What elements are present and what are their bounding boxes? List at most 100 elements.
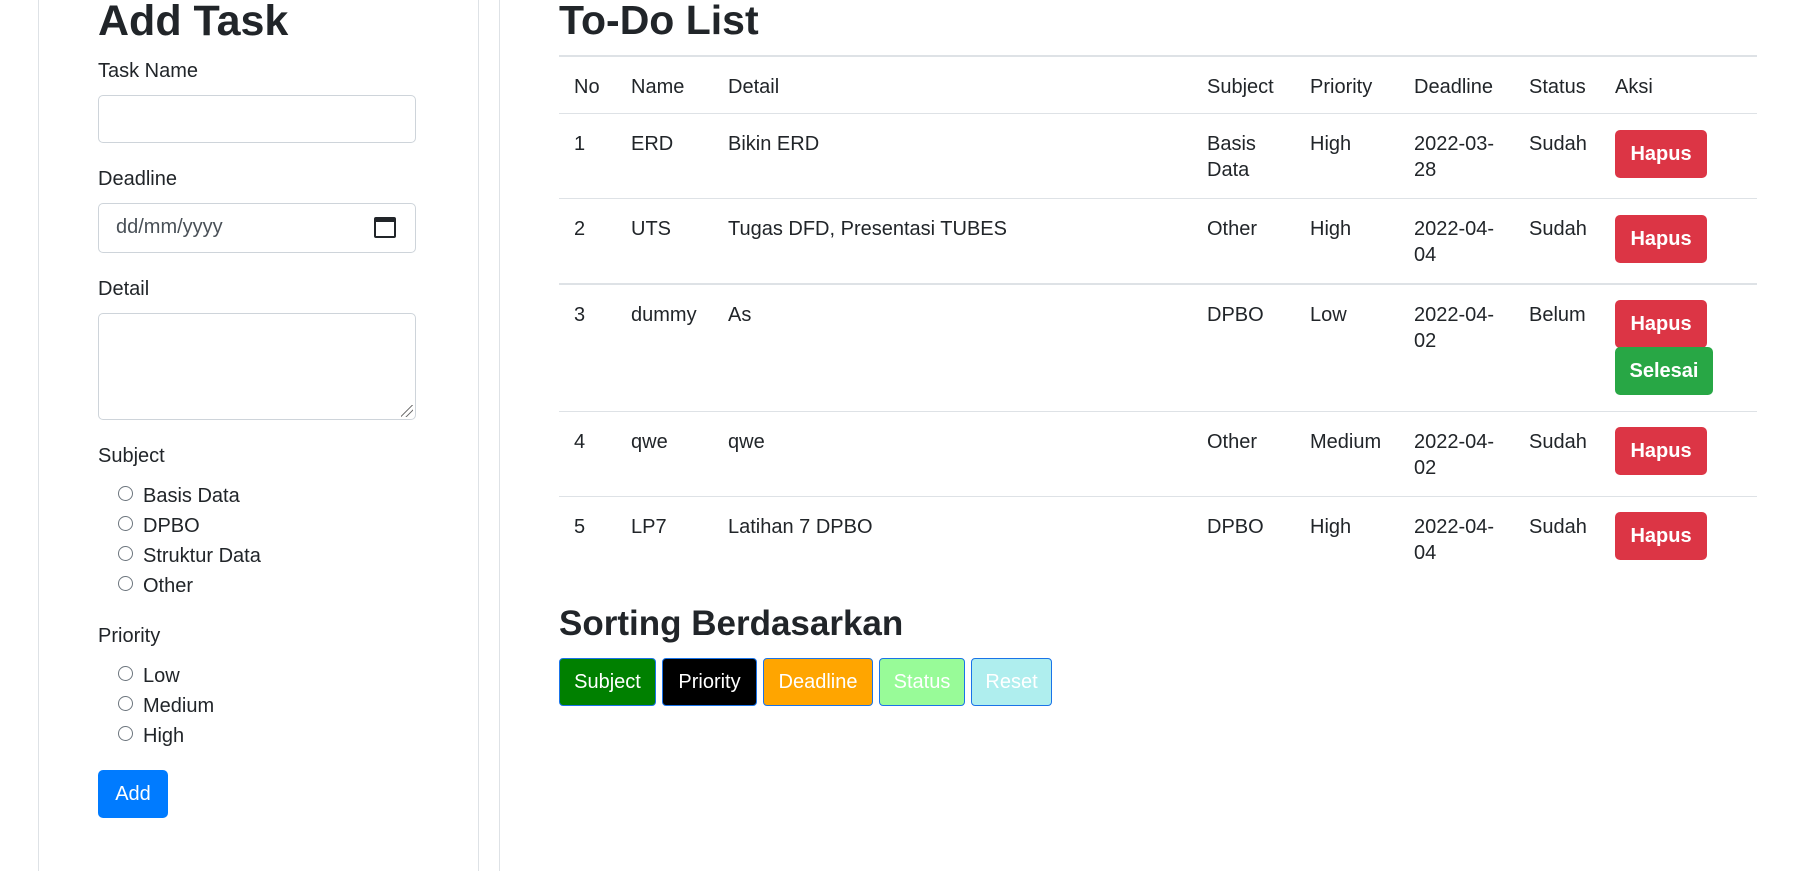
column-header-name: Name — [631, 76, 685, 98]
subject-option-label: DPBO — [143, 514, 200, 537]
subject-option-struktur-data[interactable]: Struktur Data — [118, 543, 261, 569]
cell-deadline: 2022-04- — [1414, 218, 1495, 240]
cell-detail: As — [728, 304, 752, 326]
priority-option-high[interactable]: High — [118, 723, 184, 749]
cell-no: 3 — [574, 304, 586, 326]
cell-deadline: 2022-03- — [1414, 133, 1495, 155]
subject-label: Subject — [98, 445, 165, 467]
deadline-input[interactable]: dd/mm/yyyy — [98, 203, 416, 253]
cell-priority: Low — [1310, 304, 1347, 326]
left-container-border — [38, 0, 39, 871]
cell-name: UTS — [631, 218, 671, 240]
hapus-button[interactable]: Hapus — [1615, 427, 1707, 475]
cell-deadline-continued: 28 — [1414, 159, 1437, 181]
cell-no: 2 — [574, 218, 586, 240]
cell-status: Sudah — [1529, 431, 1587, 453]
sort-reset-button[interactable]: Reset — [971, 658, 1052, 706]
cell-deadline: 2022-04- — [1414, 431, 1495, 453]
priority-option-medium[interactable]: Medium — [118, 693, 214, 719]
subject-option-other[interactable]: Other — [118, 573, 193, 599]
task-name-input[interactable] — [98, 95, 416, 143]
row-divider — [559, 198, 1757, 199]
cell-no: 1 — [574, 133, 586, 155]
calendar-icon[interactable] — [374, 217, 396, 238]
sort-priority-button[interactable]: Priority — [662, 658, 757, 706]
add-task-title: Add Task — [98, 0, 289, 45]
cell-priority: High — [1310, 218, 1352, 240]
subject-option-label: Basis Data — [143, 484, 240, 507]
column-divider-left — [478, 0, 479, 871]
priority-option-label: Medium — [143, 694, 215, 717]
cell-deadline: 2022-04- — [1414, 304, 1495, 326]
cell-deadline-continued: 04 — [1414, 244, 1437, 266]
cell-detail: Latihan 7 DPBO — [728, 516, 873, 538]
cell-no: 4 — [574, 431, 586, 453]
priority-label: Priority — [98, 625, 161, 647]
radio-icon[interactable] — [118, 576, 133, 591]
cell-detail: Tugas DFD, Presentasi TUBES — [728, 218, 1007, 240]
subject-option-label: Struktur Data — [143, 544, 261, 567]
cell-priority: High — [1310, 133, 1352, 155]
cell-deadline-continued: 02 — [1414, 457, 1437, 479]
cell-detail: qwe — [728, 431, 765, 453]
radio-icon[interactable] — [118, 696, 133, 711]
priority-option-label: Low — [143, 664, 180, 687]
hapus-button[interactable]: Hapus — [1615, 300, 1707, 348]
table-top-border — [559, 55, 1757, 57]
detail-label: Detail — [98, 278, 150, 300]
radio-icon[interactable] — [118, 516, 133, 531]
cell-status: Sudah — [1529, 133, 1587, 155]
cell-priority: Medium — [1310, 431, 1382, 453]
column-header-detail: Detail — [728, 76, 780, 98]
priority-option-low[interactable]: Low — [118, 663, 180, 689]
todo-list-title: To-Do List — [559, 0, 759, 43]
add-button[interactable]: Add — [98, 770, 168, 818]
column-header-priority: Priority — [1310, 76, 1373, 98]
radio-icon[interactable] — [118, 546, 133, 561]
sort-deadline-button[interactable]: Deadline — [763, 658, 873, 706]
column-divider-right — [499, 0, 500, 871]
deadline-placeholder: dd/mm/yyyy — [116, 216, 223, 238]
cell-deadline-continued: 04 — [1414, 542, 1437, 564]
column-header-deadline: Deadline — [1414, 76, 1493, 98]
cell-subject: Other — [1207, 218, 1258, 240]
hapus-button[interactable]: Hapus — [1615, 215, 1707, 263]
cell-no: 5 — [574, 516, 586, 538]
column-header-no: No — [574, 76, 600, 98]
cell-subject-continued: Data — [1207, 159, 1250, 181]
cell-subject: DPBO — [1207, 516, 1264, 538]
hapus-button[interactable]: Hapus — [1615, 512, 1707, 560]
row-divider — [559, 411, 1757, 412]
column-header-status: Status — [1529, 76, 1586, 98]
cell-status: Sudah — [1529, 218, 1587, 240]
subject-option-label: Other — [143, 574, 194, 597]
radio-icon[interactable] — [118, 666, 133, 681]
detail-textarea[interactable] — [98, 313, 416, 420]
cell-status: Sudah — [1529, 516, 1587, 538]
selesai-button[interactable]: Selesai — [1615, 347, 1713, 395]
subject-option-dpbo[interactable]: DPBO — [118, 513, 200, 539]
cell-subject: Other — [1207, 431, 1258, 453]
sort-subject-button[interactable]: Subject — [559, 658, 656, 706]
cell-name: LP7 — [631, 516, 667, 538]
cell-name: qwe — [631, 431, 668, 453]
column-header-subject: Subject — [1207, 76, 1274, 98]
cell-priority: High — [1310, 516, 1352, 538]
radio-icon[interactable] — [118, 486, 133, 501]
task-name-label: Task Name — [98, 60, 199, 82]
cell-detail: Bikin ERD — [728, 133, 820, 155]
row-divider — [559, 113, 1757, 114]
row-divider — [559, 496, 1757, 497]
sorting-title: Sorting Berdasarkan — [559, 604, 904, 643]
priority-option-label: High — [143, 724, 185, 747]
cell-status: Belum — [1529, 304, 1586, 326]
subject-option-basis-data[interactable]: Basis Data — [118, 483, 240, 509]
sort-status-button[interactable]: Status — [879, 658, 965, 706]
hapus-button[interactable]: Hapus — [1615, 130, 1707, 178]
deadline-label: Deadline — [98, 168, 177, 190]
cell-subject: DPBO — [1207, 304, 1264, 326]
cell-deadline: 2022-04- — [1414, 516, 1495, 538]
cell-name: dummy — [631, 304, 697, 326]
radio-icon[interactable] — [118, 726, 133, 741]
resize-grip-icon[interactable] — [401, 405, 413, 417]
